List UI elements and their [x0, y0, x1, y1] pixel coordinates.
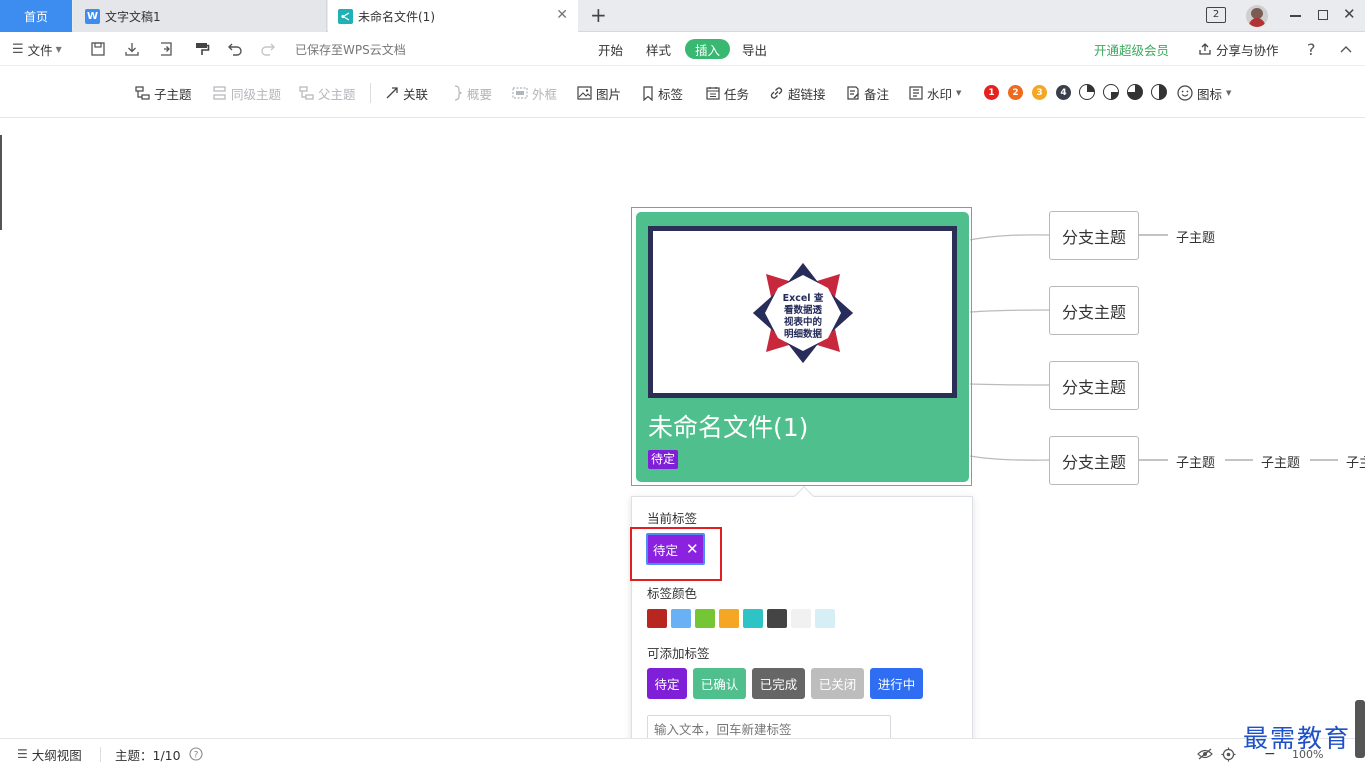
color-swatch-dark[interactable]	[767, 609, 787, 628]
status-divider	[100, 747, 101, 762]
color-swatch-teal[interactable]	[743, 609, 763, 628]
add-tag-confirmed[interactable]: 已确认	[693, 668, 746, 699]
topic-count: 主题：1/10	[115, 747, 181, 763]
add-tag-in-progress[interactable]: 进行中	[870, 668, 923, 699]
sub-topic[interactable]: 子主题	[1176, 227, 1215, 246]
color-swatch-orange[interactable]	[719, 609, 739, 628]
add-tag-completed[interactable]: 已完成	[752, 668, 805, 699]
add-tag-closed[interactable]: 已关闭	[811, 668, 864, 699]
annotation-highlight-box	[630, 527, 722, 581]
outline-view-label: 大纲视图	[31, 747, 82, 763]
root-topic-image[interactable]: Excel 查 看数据透 视表中的 明细数据	[648, 226, 957, 398]
branch-topic-1[interactable]: 分支主题	[1049, 211, 1139, 260]
root-topic-title[interactable]: 未命名文件(1)	[648, 408, 808, 444]
locate-icon[interactable]	[1221, 739, 1236, 769]
sub-topic[interactable]: 子主题	[1176, 452, 1215, 471]
current-tag-heading: 当前标签	[647, 511, 698, 526]
branch-topic-3[interactable]: 分支主题	[1049, 361, 1139, 410]
eye-hidden-icon[interactable]	[1197, 739, 1213, 769]
color-swatch-blue[interactable]	[671, 609, 691, 628]
outline-icon: ☰	[17, 747, 28, 761]
sub-topic[interactable]: 子主题	[1261, 452, 1300, 471]
add-tag-pending[interactable]: 待定	[647, 668, 687, 699]
branch-topic-2[interactable]: 分支主题	[1049, 286, 1139, 335]
outline-view-button[interactable]: ☰ 大纲视图	[17, 739, 82, 769]
color-swatch-red[interactable]	[647, 609, 667, 628]
svg-text:?: ?	[194, 751, 199, 761]
branch-topic-4[interactable]: 分支主题	[1049, 436, 1139, 485]
color-swatch-light-blue[interactable]	[815, 609, 835, 628]
status-bar: ☰ 大纲视图 主题：1/10 ? − 100%	[0, 738, 1365, 768]
available-tags-heading: 可添加标签	[647, 646, 710, 661]
root-topic-tag[interactable]: 待定	[648, 450, 679, 469]
scrollbar[interactable]	[1355, 700, 1365, 758]
tag-color-heading: 标签颜色	[647, 586, 698, 601]
help-circle-icon[interactable]: ?	[189, 739, 203, 769]
color-swatch-light-gray[interactable]	[791, 609, 811, 628]
image-caption: Excel 查 看数据透 视表中的 明细数据	[782, 293, 824, 340]
site-watermark: 最需教育	[1243, 724, 1352, 753]
color-swatch-green[interactable]	[695, 609, 715, 628]
sub-topic[interactable]: 子主题	[1346, 452, 1365, 471]
